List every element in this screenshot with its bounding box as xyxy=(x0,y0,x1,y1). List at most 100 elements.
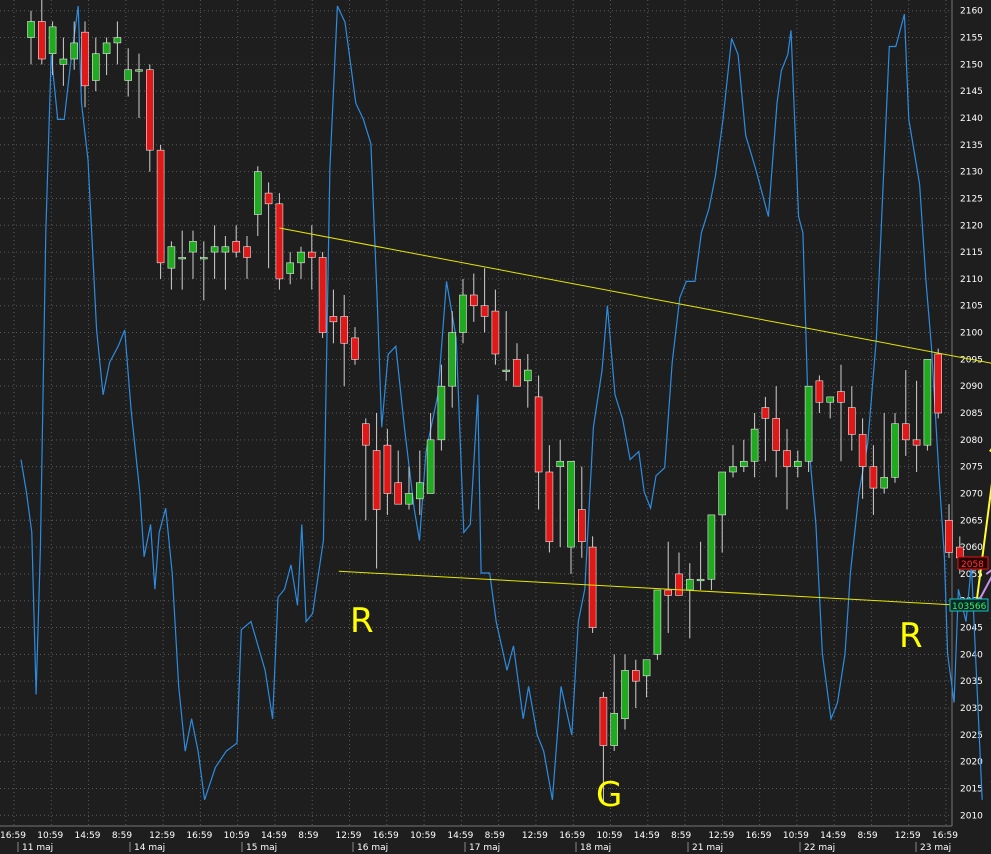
y-tick-label-7: 2045 xyxy=(960,624,983,634)
candle-body-18 xyxy=(221,246,230,253)
candle-body-34 xyxy=(394,482,403,505)
y-tick-label-1: 2015 xyxy=(960,784,983,794)
candle-body-36 xyxy=(415,482,424,500)
x-time-label-12: 14:59 xyxy=(447,831,473,841)
y-tick-label-11: 2065 xyxy=(960,516,983,526)
candle-body-81 xyxy=(901,423,910,441)
y-tick-label-25: 2135 xyxy=(960,141,983,151)
x-date-label-8: 23 maj xyxy=(920,843,951,853)
y-tick-label-28: 2150 xyxy=(960,60,983,70)
x-time-label-9: 12:59 xyxy=(336,831,362,841)
candle-body-45 xyxy=(513,359,521,387)
x-time-label-10: 16:59 xyxy=(373,831,399,841)
x-time-label-0: 16:59 xyxy=(0,831,26,841)
candle-body-19 xyxy=(232,241,240,253)
candle-body-78 xyxy=(869,466,878,489)
x-time-label-19: 12:59 xyxy=(708,831,734,841)
x-time-label-22: 14:59 xyxy=(820,831,846,841)
y-tick-label-27: 2145 xyxy=(960,87,983,97)
candle-body-80 xyxy=(891,423,899,478)
y-tick-label-2: 2020 xyxy=(960,758,983,768)
candle-body-27 xyxy=(318,257,327,333)
candle-body-51 xyxy=(577,509,586,543)
candle-body-67 xyxy=(750,428,759,462)
candle-body-26 xyxy=(307,251,316,258)
secondary-badge: 103566 xyxy=(952,602,987,612)
candle-body-0 xyxy=(27,21,35,38)
x-time-label-21: 10:59 xyxy=(783,831,809,841)
candle-body-3 xyxy=(59,58,68,65)
candle-body-82 xyxy=(912,439,921,446)
y-tick-label-20: 2110 xyxy=(960,275,983,285)
candle-body-62 xyxy=(696,578,705,582)
candle-body-29 xyxy=(340,316,349,344)
candle-body-37 xyxy=(426,439,435,494)
x-time-label-4: 12:59 xyxy=(149,831,175,841)
candle-body-58 xyxy=(653,589,662,655)
candle-body-63 xyxy=(707,514,716,580)
candle-body-25 xyxy=(297,251,305,264)
candle-body-64 xyxy=(718,471,727,516)
y-tick-label-14: 2080 xyxy=(960,436,983,446)
x-time-label-6: 10:59 xyxy=(224,831,250,841)
candle-body-39 xyxy=(448,332,457,387)
candle-body-50 xyxy=(567,460,575,548)
y-tick-label-13: 2075 xyxy=(960,463,983,473)
x-date-label-6: 21 maj xyxy=(692,843,723,853)
candle-body-60 xyxy=(675,573,683,596)
candle-body-28 xyxy=(329,316,338,323)
candle-body-68 xyxy=(761,407,770,419)
candle-body-71 xyxy=(793,460,802,467)
annotation-g: G xyxy=(596,775,622,815)
y-tick-label-18: 2100 xyxy=(960,329,983,339)
candle-body-56 xyxy=(631,670,640,682)
x-time-label-2: 14:59 xyxy=(75,831,101,841)
x-time-label-20: 16:59 xyxy=(746,831,772,841)
candle-body-12 xyxy=(156,149,165,264)
x-time-label-13: 8:59 xyxy=(485,831,505,841)
y-tick-label-0: 2010 xyxy=(960,811,983,821)
candle-body-73 xyxy=(815,380,824,403)
y-tick-label-19: 2105 xyxy=(960,302,983,312)
candle-body-40 xyxy=(459,294,467,333)
x-time-label-11: 10:59 xyxy=(410,831,436,841)
candle-body-15 xyxy=(189,241,197,253)
candle-body-55 xyxy=(621,670,629,720)
candle-body-83 xyxy=(923,359,932,446)
candle-body-54 xyxy=(610,713,619,746)
candle-body-14 xyxy=(178,257,186,260)
price-chart: 2010201520202025203020352040204520502055… xyxy=(0,0,991,854)
y-tick-label-29: 2155 xyxy=(960,34,983,44)
candle-body-52 xyxy=(588,546,597,628)
candle-body-61 xyxy=(685,578,694,591)
candle-body-4 xyxy=(70,42,78,60)
x-date-label-3: 16 maj xyxy=(357,843,388,853)
candle-body-76 xyxy=(847,407,856,435)
y-tick-label-23: 2125 xyxy=(960,194,983,204)
x-date-label-5: 18 maj xyxy=(580,843,611,853)
y-tick-label-15: 2085 xyxy=(960,409,983,419)
candle-body-10 xyxy=(135,69,143,72)
y-tick-label-26: 2140 xyxy=(960,114,983,124)
x-date-label-7: 22 maj xyxy=(804,843,835,853)
candle-body-5 xyxy=(81,31,89,87)
candle-body-11 xyxy=(146,69,154,151)
candle-body-66 xyxy=(739,460,748,467)
x-date-label-4: 17 maj xyxy=(469,843,500,853)
candle-body-41 xyxy=(469,294,478,307)
candle-body-49 xyxy=(556,460,565,467)
candle-body-85 xyxy=(945,519,953,553)
candle-body-48 xyxy=(545,471,554,543)
price-badge: 2058 xyxy=(961,560,984,570)
y-tick-label-16: 2090 xyxy=(960,382,983,392)
candle-body-8 xyxy=(113,37,122,44)
candle-body-35 xyxy=(405,493,413,505)
candle-body-42 xyxy=(480,305,489,317)
candle-body-70 xyxy=(783,450,791,467)
x-time-label-16: 10:59 xyxy=(596,831,622,841)
candle-body-77 xyxy=(858,434,867,467)
candle-body-31 xyxy=(361,423,370,446)
x-date-label-1: 14 maj xyxy=(134,843,165,853)
x-time-label-24: 12:59 xyxy=(895,831,921,841)
candle-body-21 xyxy=(254,171,262,215)
